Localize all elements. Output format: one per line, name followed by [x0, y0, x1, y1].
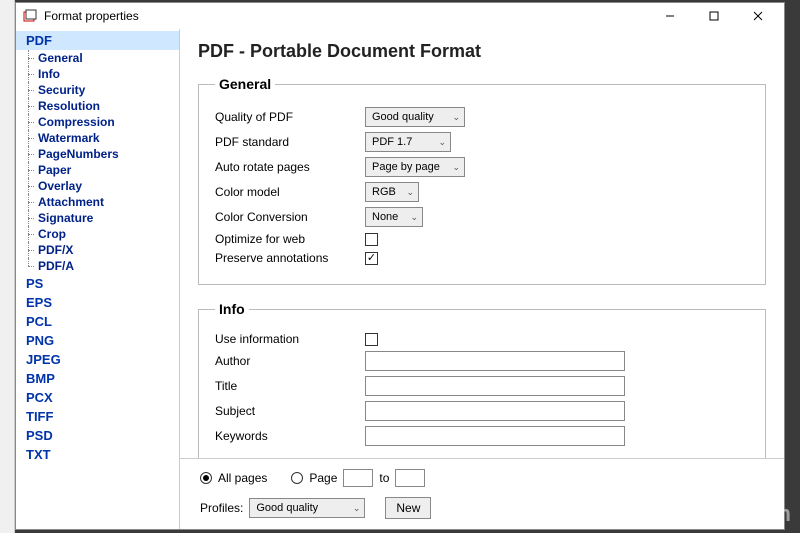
chevron-down-icon: ⌄ [406, 187, 414, 198]
sidebar-item-tiff[interactable]: TIFF [16, 407, 179, 426]
new-profile-button[interactable]: New [385, 497, 431, 519]
sidebar-item-pdf[interactable]: PDF [16, 31, 179, 50]
preserve-checkbox[interactable]: ✓ [365, 252, 378, 265]
all-pages-radio[interactable] [200, 472, 212, 484]
app-icon [22, 8, 38, 24]
format-properties-window: Format properties PDF GeneralInfoSecurit… [15, 2, 785, 530]
titlebar: Format properties [16, 3, 784, 29]
sidebar-subitem-crop[interactable]: Crop [16, 226, 179, 242]
profiles-label: Profiles: [200, 501, 243, 515]
info-fieldset: Info Use information Author Title Su [198, 301, 766, 458]
sidebar-item-pcl[interactable]: PCL [16, 312, 179, 331]
subject-label: Subject [215, 404, 365, 418]
chevron-down-icon: ⌄ [452, 162, 460, 173]
sidebar-subitem-pdf-x[interactable]: PDF/X [16, 242, 179, 258]
sidebar-subitem-general[interactable]: General [16, 50, 179, 66]
chevron-down-icon: ⌄ [353, 503, 361, 514]
title-label: Title [215, 379, 365, 393]
color-model-select[interactable]: RGB ⌄ [365, 182, 419, 202]
optimize-checkbox[interactable] [365, 233, 378, 246]
sidebar-subitem-overlay[interactable]: Overlay [16, 178, 179, 194]
use-info-checkbox[interactable] [365, 333, 378, 346]
sidebar-subitem-pdf-a[interactable]: PDF/A [16, 258, 179, 274]
page-radio[interactable] [291, 472, 303, 484]
rotate-label: Auto rotate pages [215, 160, 365, 174]
window-controls [648, 3, 780, 29]
profiles-select[interactable]: Good quality ⌄ [249, 498, 365, 518]
maximize-button[interactable] [692, 3, 736, 29]
sidebar-subitem-watermark[interactable]: Watermark [16, 130, 179, 146]
subject-input[interactable] [365, 401, 625, 421]
color-conv-select[interactable]: None ⌄ [365, 207, 423, 227]
footer: All pages Page to Profiles: Good quality… [180, 458, 784, 529]
window-title: Format properties [44, 9, 648, 23]
quality-label: Quality of PDF [215, 110, 365, 124]
sidebar-subitem-info[interactable]: Info [16, 66, 179, 82]
sidebar-item-psd[interactable]: PSD [16, 426, 179, 445]
all-pages-label: All pages [218, 471, 267, 485]
format-sidebar[interactable]: PDF GeneralInfoSecurityResolutionCompres… [16, 29, 180, 529]
standard-label: PDF standard [215, 135, 365, 149]
page-to-input[interactable] [395, 469, 425, 487]
optimize-label: Optimize for web [215, 232, 365, 246]
quality-select[interactable]: Good quality ⌄ [365, 107, 465, 127]
chevron-down-icon: ⌄ [438, 137, 446, 148]
sidebar-item-png[interactable]: PNG [16, 331, 179, 350]
sidebar-item-bmp[interactable]: BMP [16, 369, 179, 388]
background-app-strip [0, 0, 15, 533]
chevron-down-icon: ⌄ [452, 112, 460, 123]
info-legend: Info [215, 301, 249, 317]
color-conv-label: Color Conversion [215, 210, 365, 224]
use-info-label: Use information [215, 332, 365, 346]
sidebar-item-txt[interactable]: TXT [16, 445, 179, 464]
sidebar-item-pcx[interactable]: PCX [16, 388, 179, 407]
content-scroll[interactable]: PDF - Portable Document Format General Q… [180, 29, 784, 458]
sidebar-subitem-attachment[interactable]: Attachment [16, 194, 179, 210]
sidebar-item-eps[interactable]: EPS [16, 293, 179, 312]
rotate-select[interactable]: Page by page ⌄ [365, 157, 465, 177]
chevron-down-icon: ⌄ [410, 212, 418, 223]
general-fieldset: General Quality of PDF Good quality ⌄ PD… [198, 76, 766, 285]
sidebar-subitem-signature[interactable]: Signature [16, 210, 179, 226]
sidebar-subitem-pagenumbers[interactable]: PageNumbers [16, 146, 179, 162]
sidebar-subitem-compression[interactable]: Compression [16, 114, 179, 130]
preserve-label: Preserve annotations [215, 251, 365, 265]
keywords-input[interactable] [365, 426, 625, 446]
author-label: Author [215, 354, 365, 368]
title-input[interactable] [365, 376, 625, 396]
sidebar-subitem-paper[interactable]: Paper [16, 162, 179, 178]
page-title: PDF - Portable Document Format [198, 41, 766, 62]
sidebar-subitem-security[interactable]: Security [16, 82, 179, 98]
sidebar-subitem-resolution[interactable]: Resolution [16, 98, 179, 114]
content-wrap: PDF - Portable Document Format General Q… [180, 29, 784, 529]
general-legend: General [215, 76, 275, 92]
minimize-button[interactable] [648, 3, 692, 29]
page-from-input[interactable] [343, 469, 373, 487]
sidebar-item-ps[interactable]: PS [16, 274, 179, 293]
keywords-label: Keywords [215, 429, 365, 443]
sidebar-item-jpeg[interactable]: JPEG [16, 350, 179, 369]
author-input[interactable] [365, 351, 625, 371]
standard-select[interactable]: PDF 1.7 ⌄ [365, 132, 451, 152]
window-body: PDF GeneralInfoSecurityResolutionCompres… [16, 29, 784, 529]
to-label: to [379, 471, 389, 485]
close-button[interactable] [736, 3, 780, 29]
page-label: Page [309, 471, 337, 485]
color-model-label: Color model [215, 185, 365, 199]
